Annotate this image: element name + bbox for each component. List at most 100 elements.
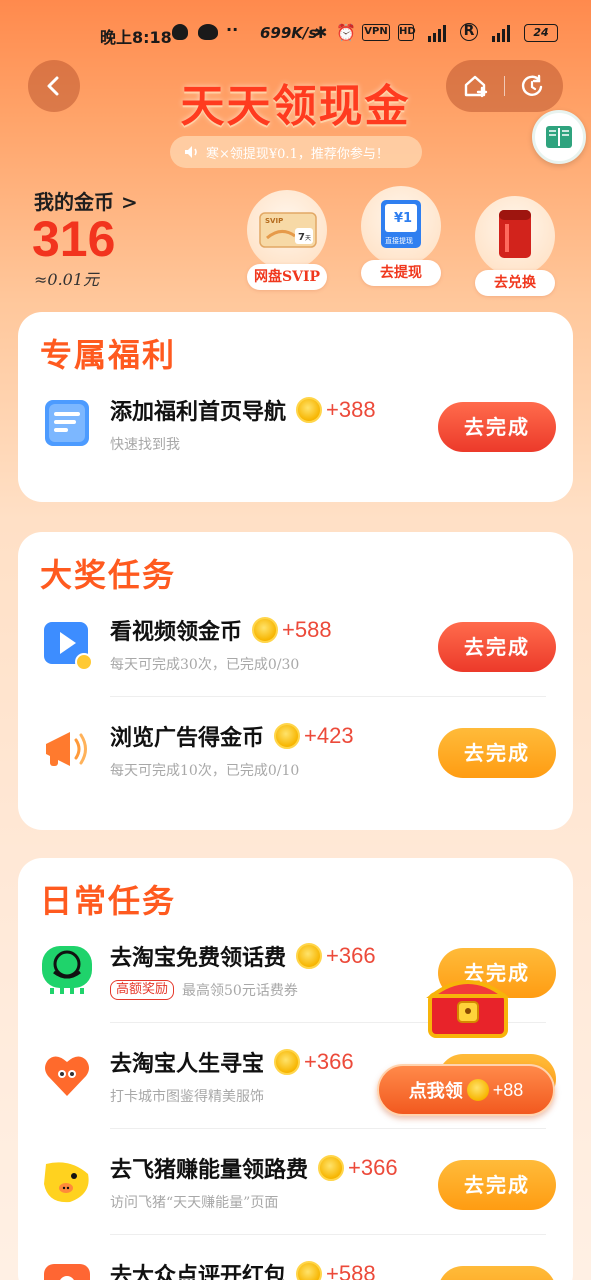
refresh-button[interactable] bbox=[518, 72, 546, 100]
task-title: 浏览广告得金币 bbox=[110, 725, 265, 751]
hd-icon: HD bbox=[398, 24, 416, 41]
network-speed: 699K/s bbox=[260, 24, 318, 42]
shortcut-exchange[interactable]: 去兑换 bbox=[475, 196, 555, 296]
shortcut-exchange-label: 去兑换 bbox=[475, 270, 555, 296]
shortcut-withdraw-label: 去提现 bbox=[361, 260, 441, 286]
coin-money-value: ≈0.01元 bbox=[34, 270, 100, 289]
task-name: 去淘宝人生寻宝 +366 bbox=[110, 1046, 354, 1078]
bluetooth-icon: ✱ bbox=[314, 23, 328, 42]
megaphone-icon bbox=[46, 732, 87, 766]
task-title: 添加福利首页导航 bbox=[110, 399, 287, 425]
task-reward: +366 bbox=[304, 1049, 354, 1074]
task-row: 去大众点评开红包 +588 去完成 bbox=[18, 1238, 573, 1280]
speaker-icon bbox=[185, 146, 197, 158]
coin-icon bbox=[296, 397, 323, 423]
card-title: 大奖任务 bbox=[40, 556, 177, 594]
withdraw-icon: ¥1 直接提现 bbox=[381, 200, 421, 248]
svg-text:¥1: ¥1 bbox=[394, 211, 412, 226]
task-title: 去淘宝免费领话费 bbox=[110, 945, 287, 971]
claim-reward: +88 bbox=[492, 1079, 524, 1100]
svg-text:天: 天 bbox=[305, 235, 311, 242]
task-reward: +388 bbox=[326, 397, 376, 422]
alarm-icon: ⏰ bbox=[336, 23, 356, 42]
coin-icon bbox=[274, 723, 301, 749]
coin-icon bbox=[252, 617, 279, 643]
home-add-icon bbox=[464, 75, 488, 98]
shortcut-svip[interactable]: SVIP 7 天 网盘SVIP bbox=[247, 190, 327, 290]
cat-app-icon bbox=[172, 24, 188, 40]
heart-treasure-icon bbox=[45, 1056, 89, 1096]
complete-button[interactable]: 去完成 bbox=[438, 728, 556, 778]
video-play-icon bbox=[44, 622, 93, 670]
task-name: 看视频领金币 +588 bbox=[110, 614, 332, 646]
shortcut-svip-label: 网盘SVIP bbox=[247, 264, 327, 290]
card-title: 日常任务 bbox=[40, 882, 177, 920]
task-row: 去飞猪赚能量领路费 +366 访问飞猪“天天赚能量”页面 去完成 bbox=[18, 1132, 573, 1232]
task-row: 添加福利首页导航 +388 快速找到我 去完成 bbox=[18, 374, 573, 474]
coin-icon bbox=[466, 1079, 489, 1101]
dianping-icon bbox=[44, 1264, 90, 1280]
task-row: 看视频领金币 +588 每天可完成30次，已完成0/30 去完成 bbox=[18, 594, 573, 694]
taobao-phone-icon bbox=[42, 946, 92, 994]
svg-text:7: 7 bbox=[298, 232, 305, 243]
task-desc: 访问飞猪“天天赚能量”页面 bbox=[110, 1195, 279, 1211]
coin-icon bbox=[318, 1155, 345, 1181]
cat-face-icon bbox=[198, 24, 218, 40]
task-name: 浏览广告得金币 +423 bbox=[110, 720, 354, 752]
divider bbox=[504, 76, 505, 96]
high-reward-tag: 高额奖励 bbox=[110, 980, 175, 1000]
signal-icon bbox=[424, 24, 448, 42]
more-notifications-icon: ·· bbox=[226, 20, 239, 39]
grand-prize-card: 大奖任务 看视频领金币 +588 每天可完成30次，已完成0/30 去完成 浏览… bbox=[18, 532, 573, 830]
complete-button[interactable]: 去完成 bbox=[438, 402, 556, 452]
notice-text: 寒×领提现¥0.1，推荐你参与！ bbox=[206, 146, 389, 162]
task-name: 添加福利首页导航 +388 bbox=[110, 394, 376, 426]
task-name: 去大众点评开红包 +588 bbox=[110, 1258, 376, 1280]
task-row: 浏览广告得金币 +423 每天可完成10次，已完成0/10 去完成 bbox=[18, 700, 573, 800]
vpn-icon: VPN bbox=[362, 24, 390, 41]
task-reward: +423 bbox=[304, 723, 354, 748]
divider bbox=[110, 1234, 546, 1235]
task-name: 去飞猪赚能量领路费 +366 bbox=[110, 1152, 398, 1184]
task-title: 去大众点评开红包 bbox=[110, 1263, 287, 1280]
notice-bar[interactable]: 寒×领提现¥0.1，推荐你参与！ bbox=[170, 136, 422, 168]
svg-text:直接提现: 直接提现 bbox=[385, 236, 413, 245]
coin-icon bbox=[274, 1049, 301, 1075]
status-bar: 晚上8:18 ·· 699K/s ✱ ⏰ VPN HD R 24 bbox=[0, 0, 591, 62]
task-subtitle: 每天可完成10次，已完成0/10 bbox=[110, 760, 299, 780]
coin-icon bbox=[296, 943, 323, 969]
coin-icon bbox=[296, 1261, 323, 1280]
book-icon bbox=[546, 126, 572, 148]
coin-balance: 316 bbox=[32, 211, 116, 267]
complete-button[interactable]: 去完成 bbox=[438, 1266, 556, 1280]
task-title: 看视频领金币 bbox=[110, 619, 243, 645]
task-desc: 快速找到我 bbox=[110, 437, 180, 453]
fliggy-pig-icon bbox=[44, 1162, 89, 1203]
reading-float-button[interactable] bbox=[532, 110, 586, 164]
header-actions bbox=[446, 60, 563, 112]
card-title: 专属福利 bbox=[40, 336, 177, 374]
add-to-home-button[interactable] bbox=[462, 72, 490, 100]
task-name: 去淘宝免费领话费 +366 bbox=[110, 940, 376, 972]
svg-text:SVIP: SVIP bbox=[265, 217, 283, 225]
complete-button[interactable]: 去完成 bbox=[438, 1160, 556, 1210]
task-reward: +588 bbox=[326, 1261, 376, 1280]
battery-icon: 24 bbox=[524, 24, 558, 42]
divider bbox=[110, 696, 546, 697]
refresh-icon bbox=[521, 74, 543, 96]
task-desc: 打卡城市图鉴得精美服饰 bbox=[110, 1089, 264, 1105]
signal-2-icon bbox=[488, 24, 512, 42]
task-desc: 每天可完成10次，已完成0/10 bbox=[110, 763, 300, 779]
svip-card-icon: SVIP 7 天 bbox=[259, 212, 317, 248]
claim-chest-button[interactable]: 点我领 +88 bbox=[377, 1064, 555, 1116]
task-subtitle: 高额奖励 最高领50元话费券 bbox=[110, 980, 298, 1000]
roaming-icon: R bbox=[460, 23, 478, 41]
treasure-chest-icon[interactable] bbox=[424, 972, 512, 1038]
task-subtitle: 打卡城市图鉴得精美服饰 bbox=[110, 1086, 264, 1106]
task-subtitle: 访问飞猪“天天赚能量”页面 bbox=[110, 1192, 278, 1212]
shortcut-withdraw[interactable]: ¥1 直接提现 去提现 bbox=[361, 186, 441, 286]
task-reward: +588 bbox=[282, 617, 332, 642]
complete-button[interactable]: 去完成 bbox=[438, 622, 556, 672]
task-reward: +366 bbox=[348, 1155, 398, 1180]
task-title: 去淘宝人生寻宝 bbox=[110, 1051, 265, 1077]
